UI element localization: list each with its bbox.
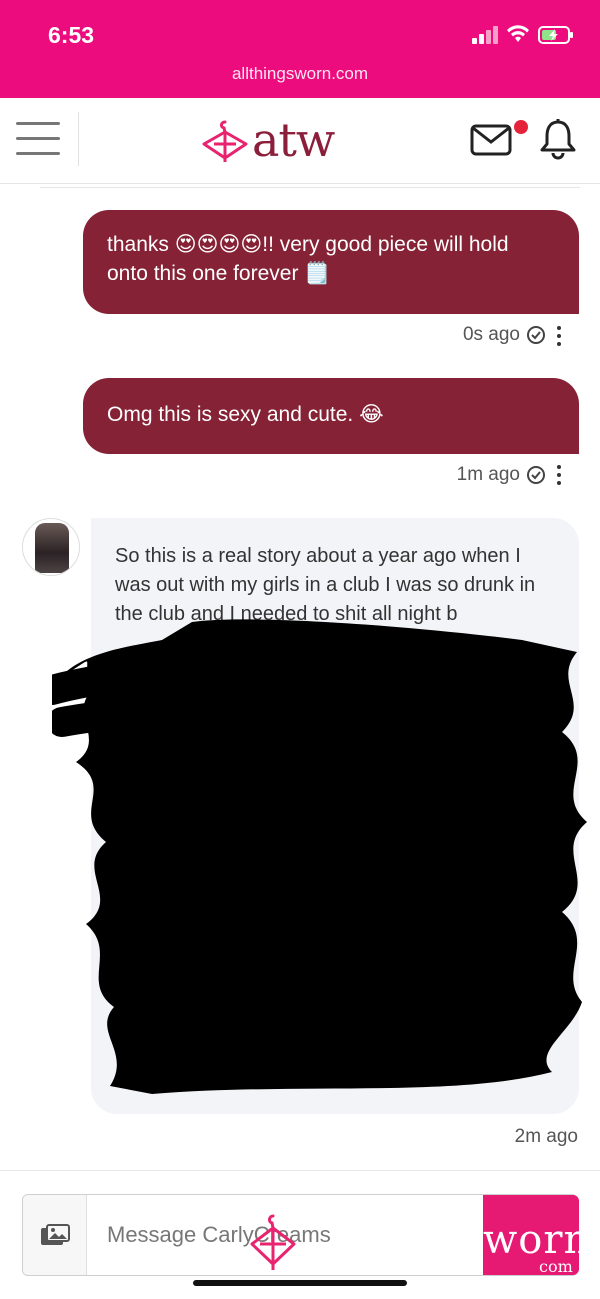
hanger-watermark-icon <box>250 1214 296 1270</box>
menu-icon-line <box>16 137 60 140</box>
read-check-icon <box>527 466 545 484</box>
watermark-sub: com <box>539 1257 573 1275</box>
worn-watermark: worn com <box>483 1195 579 1275</box>
more-options-icon[interactable] <box>556 465 562 487</box>
bell-icon[interactable] <box>538 118 578 160</box>
signal-icon <box>472 26 498 44</box>
menu-icon-line <box>16 152 60 155</box>
home-indicator <box>193 1280 407 1286</box>
avatar-photo <box>35 523 69 573</box>
notification-badge <box>514 120 528 134</box>
browser-url-bar[interactable]: allthingsworn.com <box>0 62 600 98</box>
mail-icon[interactable] <box>470 124 516 156</box>
message-text: thanks 😍😍😍😍!! very good piece will hold … <box>107 233 509 285</box>
hanger-logo-icon <box>202 120 248 162</box>
message-time: 1m ago <box>456 464 520 485</box>
menu-icon-line <box>16 122 60 125</box>
composer-divider <box>0 1170 600 1171</box>
status-time: 6:53 <box>48 22 95 48</box>
message-meta: 0s ago <box>463 324 546 346</box>
message-composer: worn com <box>22 1194 579 1276</box>
message-text: Omg this is sexy and cute. 😂 <box>107 403 384 426</box>
site-logo[interactable]: atw <box>200 112 360 168</box>
url-text: allthingsworn.com <box>231 64 369 83</box>
attach-image-button[interactable] <box>23 1195 87 1275</box>
message-bubble-outgoing[interactable]: Omg this is sexy and cute. 😂 <box>83 378 579 454</box>
message-bubble-outgoing[interactable]: thanks 😍😍😍😍!! very good piece will hold … <box>83 210 579 314</box>
wifi-icon <box>507 25 529 42</box>
message-meta: 1m ago <box>457 464 546 486</box>
divider <box>40 184 580 188</box>
redaction-scribble: 😍 <box>52 619 587 1094</box>
logo-text: atw <box>252 113 335 167</box>
avatar[interactable] <box>22 518 80 576</box>
menu-button[interactable] <box>16 122 62 158</box>
heart-eyes-emoji: 😍 <box>201 751 399 963</box>
header-divider <box>78 112 79 166</box>
more-options-icon[interactable] <box>556 326 562 348</box>
battery-icon <box>538 26 573 44</box>
image-icon <box>41 1224 70 1245</box>
message-time: 0s ago <box>462 324 520 345</box>
message-time: 2m ago <box>514 1126 578 1147</box>
site-header: atw <box>0 98 600 184</box>
status-bar: 6:53 <box>0 0 600 62</box>
read-check-icon <box>527 326 545 344</box>
